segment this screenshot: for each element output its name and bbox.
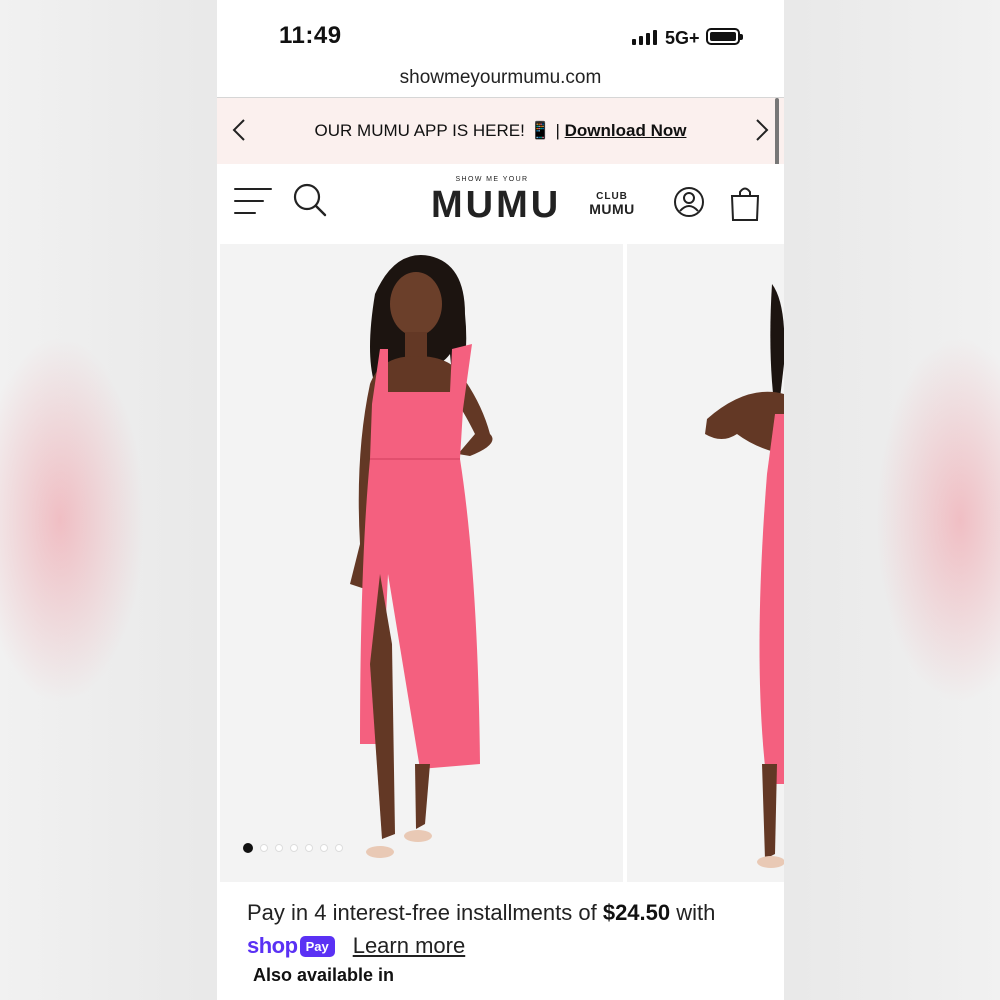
product-image-next[interactable] <box>627 244 784 882</box>
announcement-text: OUR MUMU APP IS HERE! 📱 | Download Now <box>217 121 784 141</box>
pagination-dot[interactable] <box>260 844 268 852</box>
also-available-heading: Also available in <box>253 965 395 985</box>
announcement-bar: OUR MUMU APP IS HERE! 📱 | Download Now <box>217 98 784 164</box>
network-label: 5G+ <box>665 28 700 48</box>
installments-text: Pay in 4 interest-free installments of $… <box>247 900 715 926</box>
download-now-link[interactable]: Download Now <box>565 121 687 140</box>
signal-icon <box>632 30 657 45</box>
pagination-dot[interactable] <box>275 844 283 852</box>
installments-prefix: Pay in 4 interest-free installments of <box>247 900 603 925</box>
url-bar[interactable]: showmeyourmumu.com <box>217 67 784 89</box>
status-time: 11:49 <box>279 22 342 49</box>
logo-tagline: SHOW ME YOUR <box>455 176 529 183</box>
pagination-dot[interactable] <box>290 844 298 852</box>
announcement-message: OUR MUMU APP IS HERE! 📱 | <box>314 121 565 140</box>
product-image-main[interactable] <box>220 244 623 882</box>
gallery-pagination <box>243 843 343 853</box>
shop-pay-badge: Pay <box>299 935 335 957</box>
installment-amount: $24.50 <box>602 900 671 925</box>
installments-suffix: with <box>670 900 716 925</box>
club-label-bottom: MUMU <box>589 201 635 217</box>
shop-pay-logo: shop <box>247 933 298 958</box>
shop-pay-row: shop Pay Learn more <box>247 933 465 959</box>
phone-screen: 11:49 5G+ showmeyourmumu.com OUR MUMU AP… <box>217 0 784 1000</box>
battery-icon <box>706 28 743 45</box>
chevron-right-icon[interactable] <box>754 115 770 151</box>
search-icon[interactable] <box>292 182 328 218</box>
pagination-dot[interactable] <box>335 844 343 852</box>
logo-wordmark: MUMU <box>431 184 562 226</box>
shopping-bag-icon[interactable] <box>729 184 761 222</box>
status-bar: 11:49 5G+ <box>217 0 784 62</box>
learn-more-link[interactable]: Learn more <box>353 933 466 959</box>
pagination-dot[interactable] <box>305 844 313 852</box>
product-gallery[interactable] <box>217 244 784 882</box>
menu-icon[interactable] <box>234 186 274 218</box>
club-mumu-link[interactable]: CLUB MUMU <box>587 191 637 216</box>
account-icon[interactable] <box>673 186 705 218</box>
site-logo[interactable]: SHOW ME YOUR MUMU <box>431 176 562 226</box>
pagination-dot[interactable] <box>320 844 328 852</box>
pagination-dot[interactable] <box>243 843 253 853</box>
site-header: SHOW ME YOUR MUMU CLUB MUMU <box>217 164 784 244</box>
